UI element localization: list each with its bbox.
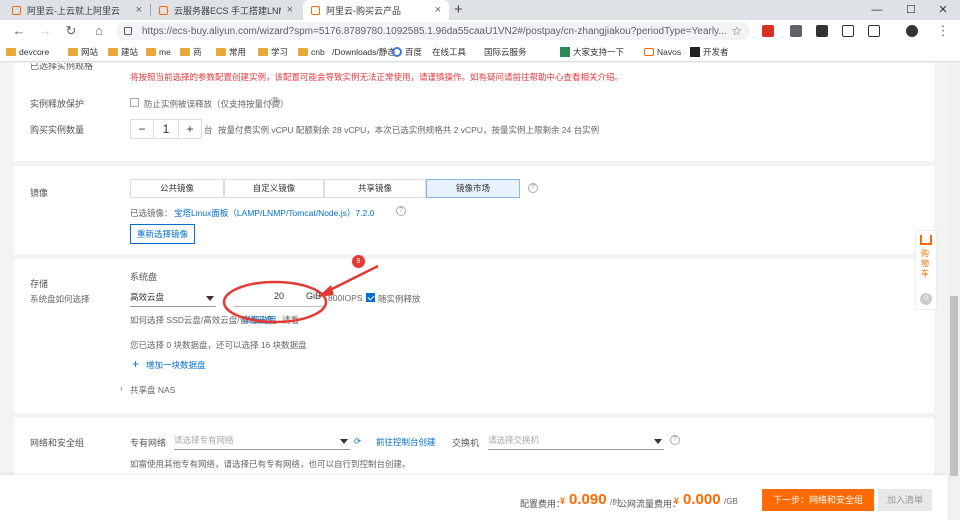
extension-icon[interactable]	[842, 25, 854, 37]
browser-toolbar: ← → ↻ ⌂ https://ecs-buy.aliyun.com/wizar…	[0, 20, 960, 42]
home-icon[interactable]: ⌂	[90, 22, 108, 40]
folder-icon	[108, 48, 118, 56]
folder-icon	[298, 48, 308, 56]
arrow-head	[318, 285, 334, 297]
bookmark-item[interactable]: 学习	[258, 45, 288, 59]
bookmark-item[interactable]: 在线工具	[432, 45, 466, 118]
annotation-arrow	[325, 264, 379, 294]
close-icon[interactable]: ×	[287, 4, 293, 16]
folder-icon	[180, 48, 190, 56]
tab-title: 阿里云-上云就上阿里云	[27, 5, 120, 16]
scrollbar-thumb[interactable]	[950, 296, 958, 476]
baidu-icon	[392, 47, 402, 57]
floating-cart-widget[interactable]: 购物车 0	[915, 230, 937, 310]
config-fee-currency: ¥	[560, 496, 566, 506]
url-text: https://ecs-buy.aliyun.com/wizard?spm=51…	[142, 25, 727, 37]
bookmark-item[interactable]: 国际云服务	[484, 45, 527, 118]
bookmark-item[interactable]: me	[146, 45, 171, 59]
folder-icon	[146, 48, 156, 56]
public-fee-value: 0.000	[683, 491, 721, 508]
tab-title: 阿里云-购买云产品	[326, 5, 401, 16]
window-close-button[interactable]: ✕	[926, 0, 960, 20]
bookmark-item[interactable]: 开发者	[690, 45, 729, 59]
menu-icon[interactable]: ⋮	[934, 22, 952, 40]
config-fee-label: 配置费用：	[520, 499, 566, 509]
minimize-button[interactable]: —	[860, 0, 894, 20]
extension-icon[interactable]	[790, 25, 802, 37]
close-icon[interactable]: ×	[136, 4, 142, 16]
bookmarks-bar: devcore 网站 建站 me 商 常用 学习 cnb /Downloads/…	[0, 42, 960, 118]
browser-tab-2[interactable]: 云服务器ECS 手工搭建LNMP环境 ×	[151, 0, 301, 20]
extension-icon[interactable]	[762, 25, 774, 37]
extension-icon[interactable]	[868, 25, 880, 37]
aliyun-favicon-icon	[311, 5, 320, 15]
bookmark-icon	[560, 47, 570, 57]
public-fee-unit: /GB	[724, 497, 738, 506]
next-step-button[interactable]: 下一步：网络和安全组	[762, 489, 874, 511]
folder-icon	[216, 48, 226, 56]
bookmark-item[interactable]: devcore	[6, 45, 49, 59]
folder-icon	[6, 48, 16, 56]
aliyun-favicon-icon	[159, 5, 168, 15]
browser-tab-bar: 阿里云-上云就上阿里云 × 云服务器ECS 手工搭建LNMP环境 × 阿里云-购…	[0, 0, 960, 20]
bookmark-item[interactable]: 大家支持一下	[560, 45, 624, 59]
lock-icon	[124, 27, 132, 35]
config-fee-value: 0.090	[569, 491, 607, 508]
bookmark-item[interactable]: 常用	[216, 45, 246, 59]
annotation-badge: 9	[352, 255, 365, 268]
cart-label: 购物车	[921, 249, 929, 278]
bookmark-item[interactable]: 建站	[108, 45, 138, 59]
bookmark-icon	[690, 47, 700, 57]
bookmark-item[interactable]: /Downloads/静态	[332, 45, 396, 118]
tab-title: 云服务器ECS 手工搭建LNMP环境	[174, 5, 281, 16]
close-icon[interactable]: ×	[435, 4, 441, 16]
bookmark-item[interactable]: 商	[180, 45, 202, 59]
browser-tab-1[interactable]: 阿里云-上云就上阿里云 ×	[4, 0, 150, 20]
reload-button[interactable]: ↻	[62, 22, 80, 40]
back-button[interactable]: ←	[10, 22, 28, 40]
bookmark-item[interactable]: 百度	[392, 45, 422, 59]
folder-icon	[258, 48, 268, 56]
avatar[interactable]	[906, 25, 918, 37]
cart-count: 0	[920, 293, 932, 305]
highlight-circle	[222, 280, 328, 324]
maximize-button[interactable]: ☐	[894, 0, 928, 20]
public-fee-currency: ¥	[674, 496, 680, 506]
aliyun-icon	[644, 48, 654, 56]
address-bar[interactable]: https://ecs-buy.aliyun.com/wizard?spm=51…	[116, 22, 750, 40]
annotation-overlay	[222, 264, 379, 324]
add-to-list-button[interactable]: 加入清单	[878, 489, 932, 511]
extension-icon[interactable]	[816, 25, 828, 37]
bookmark-item[interactable]: cnb	[298, 45, 325, 59]
page-scrollbar[interactable]	[948, 63, 960, 520]
page-content: 已选择实例规格 将按照当前选择的参数配置创建实例，该配置可能会导致实例无法正常使…	[0, 63, 948, 520]
new-tab-button[interactable]: +	[454, 1, 463, 18]
aliyun-favicon-icon	[12, 5, 21, 15]
folder-icon	[68, 48, 78, 56]
order-footer: 配置费用： ¥ 0.090 /时 公网流量费用： ¥ 0.000 /GB 下一步…	[0, 475, 948, 520]
browser-tab-3[interactable]: 阿里云-购买云产品 ×	[303, 0, 449, 20]
bookmark-star-icon[interactable]: ☆	[731, 24, 742, 38]
public-fee-label: 公网流量费用：	[618, 499, 682, 509]
bookmark-item[interactable]: Navos	[644, 45, 681, 59]
forward-button[interactable]: →	[36, 22, 54, 40]
cart-icon	[920, 235, 932, 245]
bookmark-item[interactable]: 网站	[68, 45, 98, 59]
